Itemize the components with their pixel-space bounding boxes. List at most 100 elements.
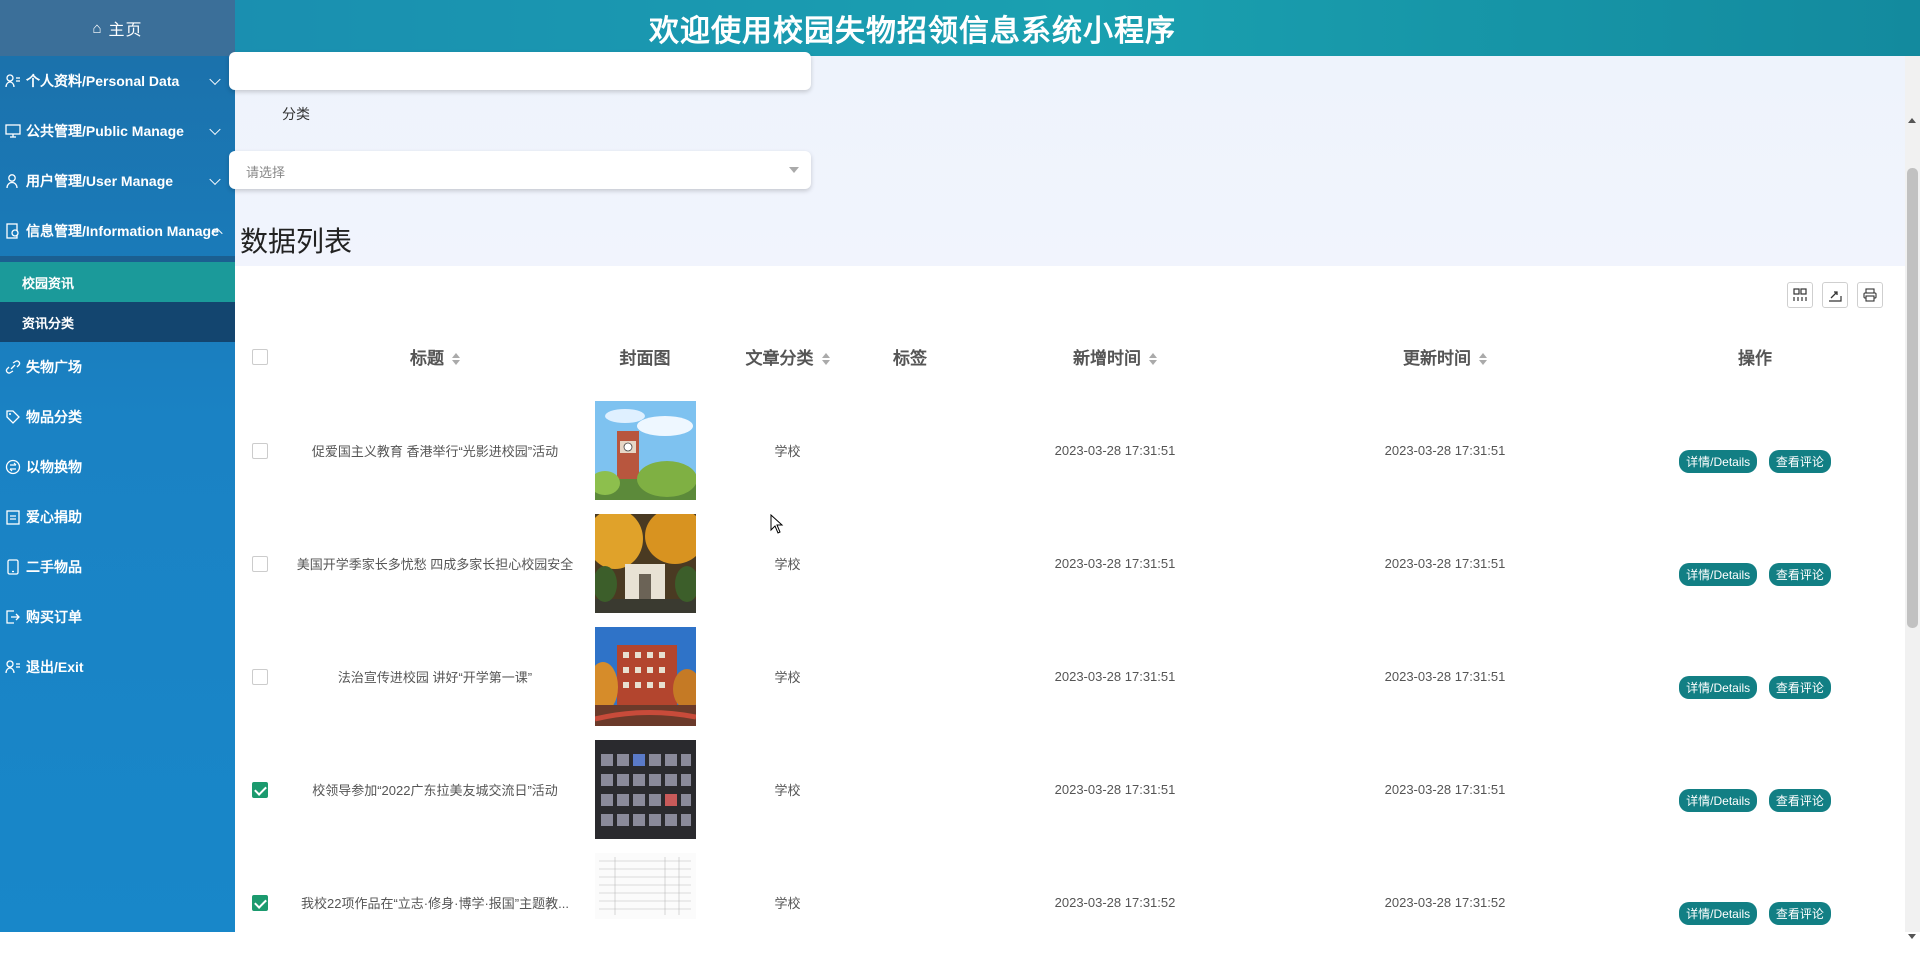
submenu-item-news-category[interactable]: 资讯分类 xyxy=(0,302,235,342)
grid-icon xyxy=(1793,288,1807,301)
row-checkbox[interactable] xyxy=(252,442,268,459)
sidebar-menu: 个人资料/Personal Data 公共管理/Public Manage 用户… xyxy=(0,56,235,256)
view-comments-button[interactable]: 查看评论 xyxy=(1768,789,1831,812)
sidebar-item-user-manage[interactable]: 用户管理/User Manage xyxy=(0,156,235,206)
sidebar-item-barter[interactable]: 以物换物 xyxy=(0,442,235,492)
view-comments-button[interactable]: 查看评论 xyxy=(1768,676,1831,699)
sidebar-item-second-hand[interactable]: 二手物品 xyxy=(0,542,235,592)
sidebar-item-item-category[interactable]: 物品分类 xyxy=(0,392,235,442)
scroll-up-arrow-icon[interactable] xyxy=(1908,118,1916,123)
view-comments-button[interactable]: 查看评论 xyxy=(1768,450,1831,473)
top-header: 欢迎使用校园失物招领信息系统小程序 xyxy=(235,0,1920,56)
sort-icon[interactable] xyxy=(452,353,460,366)
scroll-down-arrow-icon[interactable] xyxy=(1908,934,1916,939)
updated-time-cell: 2023-03-28 17:31:51 xyxy=(1384,443,1506,458)
sidebar-item-label: 二手物品 xyxy=(26,559,82,575)
table-row: 我校22项作品在“立志·修身·博学·报国”主题教... 学校 2023-03-2… xyxy=(235,846,1900,959)
sidebar-item-label: 用户管理/User Manage xyxy=(26,173,174,189)
cover-cell xyxy=(585,846,705,959)
created-time-cell: 2023-03-28 17:31:51 xyxy=(1054,669,1176,684)
sort-icon[interactable] xyxy=(1479,353,1487,366)
sidebar-item-personal-data[interactable]: 个人资料/Personal Data xyxy=(0,56,235,106)
user-card-icon xyxy=(4,658,22,676)
sidebar-item-exit[interactable]: 退出/Exit xyxy=(0,642,235,692)
column-header-updated[interactable]: 更新时间 xyxy=(1280,318,1610,394)
sort-icon[interactable] xyxy=(821,353,830,366)
chevron-down-icon xyxy=(209,73,221,86)
details-button[interactable]: 详情/Details xyxy=(1679,902,1758,925)
sidebar-item-label: 爱心捐助 xyxy=(26,509,82,525)
details-button[interactable]: 详情/Details xyxy=(1679,450,1758,473)
column-header-actions: 操作 xyxy=(1738,348,1772,368)
data-table: 标题 封面图 文章分类 标签 新增时间 更新时间 操作 促爱国主义教育 香港举行… xyxy=(235,318,1900,959)
table-header-row: 标题 封面图 文章分类 标签 新增时间 更新时间 操作 xyxy=(235,318,1900,394)
row-select-cell xyxy=(235,620,285,733)
sidebar-item-orders[interactable]: 购买订单 xyxy=(0,592,235,642)
column-header-created[interactable]: 新增时间 xyxy=(950,318,1280,394)
sidebar-item-label: 以物换物 xyxy=(26,459,82,475)
tag-cell xyxy=(870,733,950,846)
actions-cell: 详情/Details 查看评论 xyxy=(1610,846,1900,959)
user-card-icon xyxy=(4,72,22,90)
column-header-category[interactable]: 文章分类 xyxy=(705,318,870,394)
details-button[interactable]: 详情/Details xyxy=(1679,676,1758,699)
export-button[interactable] xyxy=(1822,282,1848,308)
sidebar-item-lost-found-square[interactable]: 失物广场 xyxy=(0,342,235,392)
column-header-cover: 封面图 xyxy=(619,348,671,368)
row-select-cell xyxy=(235,507,285,620)
details-button[interactable]: 详情/Details xyxy=(1679,563,1758,586)
actions-cell: 详情/Details 查看评论 xyxy=(1610,733,1900,846)
sidebar-item-public-manage[interactable]: 公共管理/Public Manage xyxy=(0,106,235,156)
view-comments-button[interactable]: 查看评论 xyxy=(1768,563,1831,586)
link-icon xyxy=(4,358,22,376)
category-select[interactable]: 请选择 xyxy=(229,151,811,189)
tag-cell xyxy=(870,507,950,620)
sidebar: ⌂ 主页 个人资料/Personal Data 公共管理/Public Mana… xyxy=(0,0,235,932)
created-time-cell: 2023-03-28 17:31:51 xyxy=(1054,556,1176,571)
home-link[interactable]: ⌂ 主页 xyxy=(0,0,235,56)
column-header-title[interactable]: 标题 xyxy=(285,318,585,394)
column-filter-button[interactable] xyxy=(1787,282,1813,308)
print-button[interactable] xyxy=(1857,282,1883,308)
sidebar-item-label: 信息管理/Information Manage xyxy=(26,223,219,239)
sidebar-item-information-manage[interactable]: 信息管理/Information Manage xyxy=(0,206,235,256)
list-title: 数据列表 xyxy=(240,226,353,257)
sort-icon[interactable] xyxy=(1149,353,1157,366)
details-button[interactable]: 详情/Details xyxy=(1679,789,1758,812)
created-time-cell: 2023-03-28 17:31:51 xyxy=(1054,782,1176,797)
sidebar-item-label: 公共管理/Public Manage xyxy=(26,123,184,139)
sidebar-item-donation[interactable]: 爱心捐助 xyxy=(0,492,235,542)
title-cell: 促爱国主义教育 香港举行“光影进校园”活动 xyxy=(311,444,559,459)
cover-image-campus-building xyxy=(594,627,696,726)
row-checkbox[interactable] xyxy=(252,894,268,911)
export-icon xyxy=(1829,291,1842,302)
clipboard-icon xyxy=(4,508,22,526)
select-all-checkbox[interactable] xyxy=(252,348,268,365)
view-comments-button[interactable]: 查看评论 xyxy=(1768,902,1831,925)
row-checkbox[interactable] xyxy=(252,781,268,798)
column-header-label: 更新时间 xyxy=(1403,348,1471,368)
table-toolbar xyxy=(1787,282,1883,308)
row-checkbox[interactable] xyxy=(252,668,268,685)
submenu-item-campus-news[interactable]: 校园资讯 xyxy=(0,262,235,302)
sidebar-item-label: 退出/Exit xyxy=(26,659,84,675)
main-content: 分类 请选择 数据列表 标题 封面图 文章分类 标签 新增时间 更新时间 操作 … xyxy=(229,52,1905,932)
row-select-cell xyxy=(235,846,285,959)
scrollbar-thumb[interactable] xyxy=(1907,168,1918,628)
submenu-information: 校园资讯 资讯分类 xyxy=(0,262,235,342)
actions-cell: 详情/Details 查看评论 xyxy=(1610,620,1900,733)
phone-icon xyxy=(4,558,22,576)
search-input[interactable] xyxy=(229,52,811,90)
monitor-icon xyxy=(4,122,22,140)
cover-cell xyxy=(585,733,705,846)
sidebar-item-label: 个人资料/Personal Data xyxy=(26,73,180,89)
column-header-label: 标题 xyxy=(410,348,444,368)
updated-time-cell: 2023-03-28 17:31:51 xyxy=(1384,669,1506,684)
updated-time-cell: 2023-03-28 17:31:51 xyxy=(1384,556,1506,571)
row-checkbox[interactable] xyxy=(252,555,268,572)
row-select-cell xyxy=(235,394,285,507)
created-time-cell: 2023-03-28 17:31:52 xyxy=(1054,895,1176,910)
tag-cell xyxy=(870,620,950,733)
row-select-cell xyxy=(235,733,285,846)
column-header-label: 文章分类 xyxy=(745,348,814,368)
